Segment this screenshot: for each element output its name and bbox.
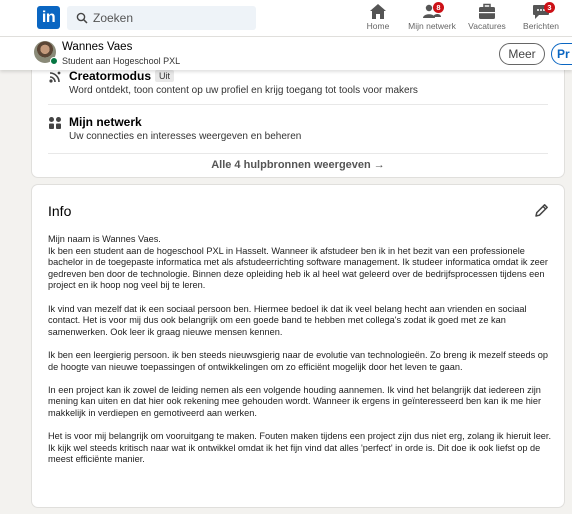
resource-title: Mijn netwerk xyxy=(69,115,142,129)
nav-label-network: Mijn netwerk xyxy=(408,21,456,31)
nav-item-jobs[interactable]: Vacatures xyxy=(457,3,517,35)
nav-item-network[interactable]: 8 Mijn netwerk xyxy=(402,2,462,35)
edit-button[interactable] xyxy=(531,201,551,221)
search-input[interactable] xyxy=(93,6,251,30)
people-icon xyxy=(48,116,62,135)
home-icon xyxy=(348,3,408,21)
linkedin-logo[interactable]: in xyxy=(37,6,60,29)
profile-name: Wannes Vaes xyxy=(62,41,133,53)
info-card: Info Mijn naam is Wannes Vaes. Ik ben ee… xyxy=(32,185,564,507)
pencil-icon xyxy=(531,204,551,225)
about-paragraph: In een project kan ik zowel de leiding n… xyxy=(48,384,542,418)
show-all-resources-link[interactable]: Alle 4 hulpbronnen weergeven → xyxy=(32,154,564,176)
top-navigation: in Home 8 Mijn netwerk Vacatures 3 Beric… xyxy=(0,0,572,37)
nav-label-home: Home xyxy=(366,21,390,31)
about-paragraph: Het is voor mij belangrijk om vooruitgan… xyxy=(48,431,552,465)
about-text: Mijn naam is Wannes Vaes. Ik ben een stu… xyxy=(48,234,553,466)
briefcase-icon xyxy=(457,3,517,21)
nav-label-jobs: Vacatures xyxy=(468,21,506,31)
online-status-icon xyxy=(50,57,58,65)
section-title: Info xyxy=(48,203,72,219)
network-icon: 8 xyxy=(402,2,462,21)
network-badge: 8 xyxy=(433,2,444,13)
search-bar[interactable] xyxy=(67,6,256,30)
profile-headline: Student aan Hogeschool PXL xyxy=(62,56,181,66)
resource-description: Uw connecties en interesses weergeven en… xyxy=(69,131,302,142)
status-badge: Uit xyxy=(155,70,175,82)
about-paragraph: Ik vind van mezelf dat ik een sociaal pe… xyxy=(48,303,527,337)
sticky-profile-bar: Wannes Vaes Student aan Hogeschool PXL M… xyxy=(0,37,572,70)
messaging-icon: 3 xyxy=(511,2,571,21)
resource-title: Creatormodus Uit xyxy=(69,69,175,83)
nav-label-messaging: Berichten xyxy=(523,21,559,31)
more-button[interactable]: Meer xyxy=(499,43,545,65)
search-icon xyxy=(76,11,88,29)
about-paragraph: Ik ben een leergierig persoon. ik ben st… xyxy=(48,349,549,372)
messaging-badge: 3 xyxy=(544,2,555,13)
nav-item-home[interactable]: Home xyxy=(348,3,408,35)
divider xyxy=(48,104,548,105)
resources-card: Creatormodus Uit Word ontdekt, toon conte… xyxy=(32,54,564,177)
profile-section-button[interactable]: Pr xyxy=(551,43,572,65)
creator-mode-icon xyxy=(48,70,62,89)
about-paragraph: Mijn naam is Wannes Vaes. Ik ben een stu… xyxy=(48,234,548,291)
nav-item-messaging[interactable]: 3 Berichten xyxy=(511,2,571,35)
resource-description: Word ontdekt, toon content op uw profiel… xyxy=(69,85,418,96)
